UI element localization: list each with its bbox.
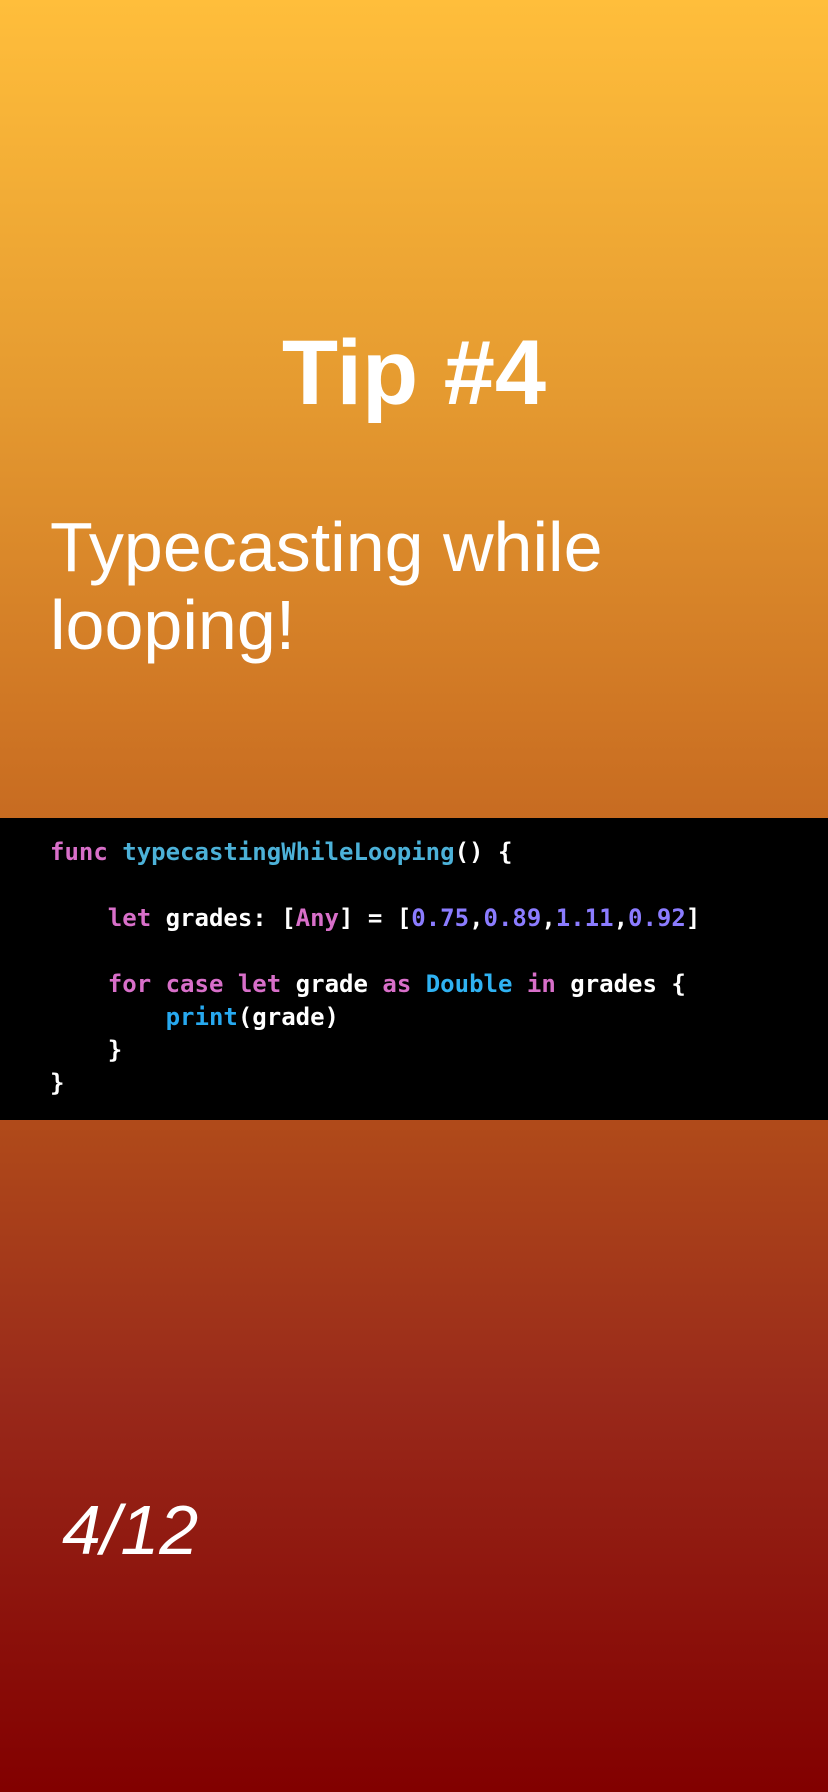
code-listing: func typecastingWhileLooping() { let gra… <box>50 836 700 1100</box>
code-token: grades { <box>555 970 686 998</box>
code-line: let grades: [Any] = [0.75,0.89,1.11,0.92… <box>50 902 700 935</box>
code-token-type: Double <box>425 970 513 998</box>
code-token-keyword: let <box>107 904 152 932</box>
slide-title: Tip #4 <box>281 322 547 424</box>
code-line: } <box>50 1067 700 1100</box>
slide-subtitle: Typecasting while looping! <box>50 508 603 664</box>
code-token-keyword: func <box>50 838 108 866</box>
code-line: } <box>50 1034 700 1067</box>
code-token-function-name: typecastingWhileLooping <box>122 838 455 866</box>
code-line: print(grade) <box>50 1001 700 1034</box>
code-token-keyword: for <box>107 970 152 998</box>
code-token: , <box>613 904 629 932</box>
code-token: (grade) <box>237 1003 339 1031</box>
code-token: , <box>541 904 556 932</box>
code-token-number: 0.75 <box>411 904 470 932</box>
code-token: ] <box>685 904 701 932</box>
code-token-keyword: case <box>165 970 224 998</box>
code-token: , <box>469 904 484 932</box>
code-token-keyword: Any <box>295 904 340 932</box>
code-block: func typecastingWhileLooping() { let gra… <box>0 818 828 1120</box>
code-token-call: print <box>165 1003 238 1031</box>
page-indicator: 4/12 <box>62 1491 199 1569</box>
code-token-keyword: in <box>526 970 556 998</box>
code-token-number: 0.92 <box>628 904 686 932</box>
code-token-keyword: as <box>382 970 412 998</box>
code-line: func typecastingWhileLooping() { <box>50 836 700 869</box>
code-token: } <box>50 1036 123 1064</box>
code-token: () { <box>454 838 513 866</box>
code-line: for case let grade as Double in grades { <box>50 968 700 1001</box>
code-token: grade <box>281 970 383 998</box>
code-token-keyword: let <box>237 970 282 998</box>
code-token: } <box>50 1069 65 1097</box>
code-token: ] = [ <box>339 904 412 932</box>
code-token-number: 0.89 <box>483 904 542 932</box>
code-token: grades: [ <box>151 904 296 932</box>
code-token-number: 1.11 <box>555 904 614 932</box>
